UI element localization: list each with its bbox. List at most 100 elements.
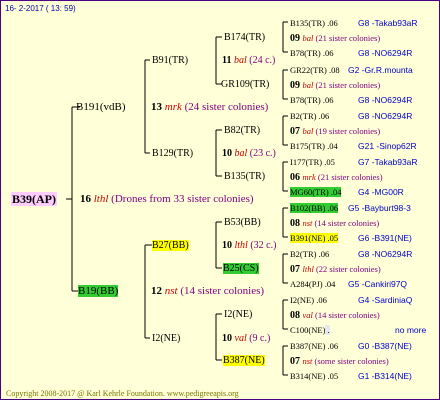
gen4-queen-row[interactable]: I2(NE) .06 G4 -SardiniaQ: [290, 294, 412, 306]
gen4-reference-link[interactable]: G2 -Gr.R.mounta: [348, 65, 413, 75]
gen4-inbreeding-value: .05: [325, 233, 339, 243]
gen4-queen-label[interactable]: B391(NE): [290, 233, 326, 243]
root-label[interactable]: B39(AP): [11, 192, 57, 206]
gen4-queen-row[interactable]: A284(PJ) .04 G5 -Cankiri97Q: [290, 278, 407, 290]
gen4-inbreeding-value: .06: [316, 111, 330, 121]
ddd-queen[interactable]: B387(NE): [223, 355, 265, 367]
gen4-reference-link[interactable]: G8 -NO6294R: [358, 249, 412, 259]
gen4-queen-label[interactable]: B387(NE): [290, 341, 325, 351]
gen4-queen-row[interactable]: B2(TR) .06 G8 -NO6294R: [290, 248, 412, 260]
gen4-queen-label[interactable]: B2(TR): [290, 111, 316, 121]
sd-mating-info: 10 bal (23 c.): [222, 148, 276, 160]
sss-label[interactable]: B174(TR): [224, 32, 265, 43]
gen4-reference-link[interactable]: G0 -B387(NE): [358, 341, 412, 351]
gen4-race: val: [302, 310, 316, 320]
gen4-reference-link[interactable]: G21 -Sinop62R: [358, 141, 417, 151]
dam-dam-queen[interactable]: I2(NE): [152, 333, 180, 345]
gen4-mating-info: 07 bal (19 sister colonies): [290, 125, 380, 138]
gen4-reference-link[interactable]: G7 -Takab93aR: [358, 157, 418, 167]
gen4-reference-link[interactable]: G6 -B391(NE): [358, 233, 412, 243]
gen4-queen-row[interactable]: B78(TR) .06 G8 -NO6294R: [290, 47, 412, 59]
gen4-queen-row[interactable]: GR22(TR) .08 G2 -Gr.R.mounta: [290, 64, 413, 76]
gen4-queen-label[interactable]: C100(NE): [290, 325, 325, 335]
gen4-queen-label[interactable]: GR22(TR): [290, 65, 327, 75]
gen4-queen-row[interactable]: MG60(TR) .04 G4 -MG00R: [290, 186, 404, 198]
gen4-queen-row[interactable]: B387(NE) .06 G0 -B387(NE): [290, 340, 412, 352]
gen4-race: nst: [302, 218, 315, 228]
ddd-label[interactable]: B387(NE): [223, 355, 265, 366]
gen4-queen-label[interactable]: I2(NE): [290, 295, 314, 305]
gen4-queen-row[interactable]: C100(NE) . no more: [290, 324, 426, 336]
gen4-reference-link[interactable]: G8 -NO6294R: [358, 48, 412, 58]
gen4-queen-label[interactable]: B78(TR): [290, 48, 321, 58]
gen4-queen-label[interactable]: B135(TR): [290, 18, 325, 28]
dss-label[interactable]: B53(BB): [224, 217, 261, 228]
sd-label[interactable]: B129(TR): [152, 148, 193, 159]
gen4-reference-link[interactable]: G8 -NO6294R: [358, 111, 412, 121]
sdd-label[interactable]: B135(TR): [224, 171, 265, 182]
gen4-queen-label[interactable]: B175(TR): [290, 141, 325, 151]
sss-queen[interactable]: B174(TR): [224, 32, 265, 44]
sd-race: bal: [234, 148, 248, 159]
gen4-queen-row[interactable]: B391(NE) .05 G6 -B391(NE): [290, 232, 412, 244]
gen4-desc: (14 sister colonies): [315, 310, 380, 320]
ds-label[interactable]: B27(BB): [152, 240, 189, 251]
gen4-queen-row[interactable]: B2(TR) .06 G8 -NO6294R: [290, 110, 412, 122]
gen4-reference-link[interactable]: G1 -B314(NE): [358, 371, 412, 381]
sdd-queen[interactable]: B135(TR): [224, 171, 265, 183]
gen4-queen-row[interactable]: B314(NE) .05 G1 -B314(NE): [290, 370, 412, 382]
gen4-queen-row[interactable]: B175(TR) .04 G21 -Sinop62R: [290, 140, 417, 152]
gen4-queen-row[interactable]: B135(TR) .06 G8 -Takab93aR: [290, 17, 418, 29]
gen4-queen-label[interactable]: I177(TR): [290, 157, 322, 167]
gen4-reference-link[interactable]: G8 -NO6294R: [358, 95, 412, 105]
gen4-queen-label[interactable]: B102(BB): [290, 203, 326, 213]
gen4-reference-link[interactable]: G4 -MG00R: [358, 187, 404, 197]
gen4-mating-info: 07 lthl (22 sister colonies): [290, 263, 381, 276]
gen4-queen-label[interactable]: B78(TR): [290, 95, 321, 105]
gen4-desc: (21 sister colonies): [315, 33, 381, 43]
gen4-queen-row[interactable]: B102(BB) .06 G5 -Bayburt98-3: [290, 202, 411, 214]
dds-label[interactable]: I2(NE): [224, 309, 252, 320]
dam-label[interactable]: B19(BB): [78, 285, 119, 297]
sire-label[interactable]: B191(vdB): [76, 101, 126, 113]
gen4-reference-link[interactable]: no more: [395, 325, 426, 335]
gen4-inbreeding-value: .08: [326, 65, 340, 75]
dss-queen[interactable]: B53(BB): [224, 217, 261, 229]
gen4-inbreeding-value: .06: [316, 249, 330, 259]
ssd-label[interactable]: GR109(TR): [221, 79, 269, 90]
gen4-desc: (14 sister colonies): [314, 218, 380, 228]
gen4-gen-num: 07: [290, 356, 303, 367]
gen4-reference-link[interactable]: G5 -Cankiri97Q: [348, 279, 407, 289]
sire-sire-queen[interactable]: B91(TR): [152, 55, 188, 67]
gen4-queen-label[interactable]: MG60(TR): [290, 187, 329, 197]
root-queen[interactable]: B39(AP): [11, 192, 57, 206]
gen4-reference-link[interactable]: G5 -Bayburt98-3: [348, 203, 411, 213]
dsd-label[interactable]: B25(CS): [223, 263, 259, 274]
gen4-race: lthl: [302, 264, 316, 274]
dd-label[interactable]: I2(NE): [152, 333, 180, 344]
sire-queen[interactable]: B191(vdB): [76, 101, 126, 113]
gen4-queen-label[interactable]: B2(TR): [290, 249, 316, 259]
sds-label[interactable]: B82(TR): [224, 125, 260, 136]
ss-label[interactable]: B91(TR): [152, 55, 188, 66]
gen4-queen-label[interactable]: A284(PJ): [290, 279, 323, 289]
gen4-inbreeding-value: .: [325, 325, 330, 335]
gen4-queen-row[interactable]: B78(TR) .06 G8 -NO6294R: [290, 94, 412, 106]
gen4-queen-row[interactable]: I177(TR) .05 G7 -Takab93aR: [290, 156, 418, 168]
dam-queen[interactable]: B19(BB): [78, 285, 119, 297]
ssd-queen[interactable]: GR109(TR): [221, 79, 269, 91]
gen4-reference-link[interactable]: G8 -Takab93aR: [358, 18, 418, 28]
dd-gen-num: 10: [222, 333, 232, 344]
dd-race: val: [234, 333, 247, 344]
dsd-queen[interactable]: B25(CS): [223, 263, 259, 275]
dds-queen[interactable]: I2(NE): [224, 309, 252, 321]
dam-sire-queen[interactable]: B27(BB): [152, 240, 189, 252]
gen4-reference-link[interactable]: G4 -SardiniaQ: [358, 295, 412, 305]
dam-gen-num: 12: [151, 285, 162, 297]
sds-queen[interactable]: B82(TR): [224, 125, 260, 137]
gen4-inbreeding-value: .06: [325, 203, 339, 213]
gen4-inbreeding-value: .04: [328, 187, 342, 197]
sire-dam-queen[interactable]: B129(TR): [152, 148, 193, 160]
gen4-queen-label[interactable]: B314(NE): [290, 371, 325, 381]
gen4-inbreeding-value: .06: [325, 341, 339, 351]
